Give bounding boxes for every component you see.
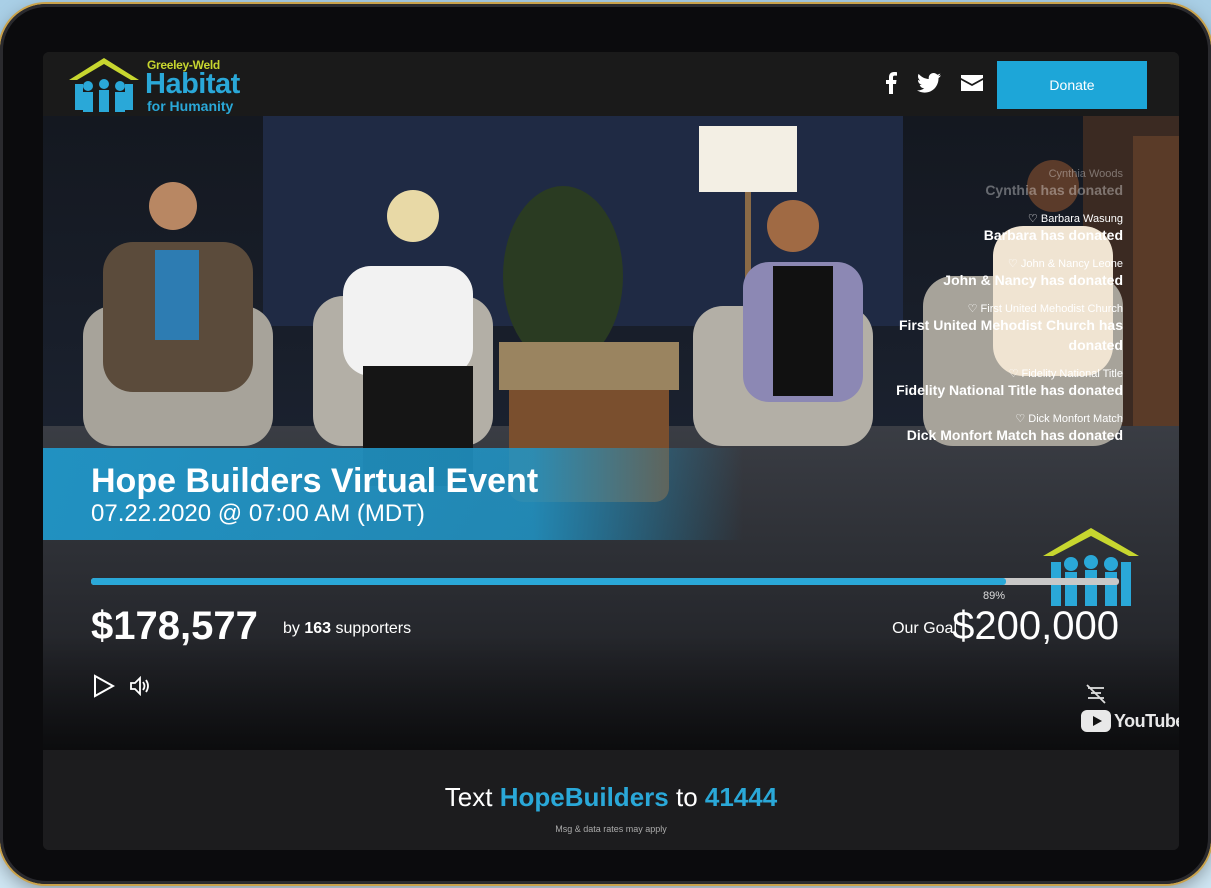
donor-message: Dick Monfort Match has donated — [906, 427, 1123, 443]
youtube-play-icon — [1081, 710, 1111, 732]
social-links — [885, 72, 983, 94]
donor-name: Cynthia Woods — [1048, 168, 1123, 180]
heart-icon: ♡ — [1027, 213, 1038, 225]
youtube-logo[interactable]: YouTube — [1081, 710, 1179, 732]
fundraising-progress-bar — [91, 578, 1119, 585]
donate-button[interactable]: Donate — [997, 61, 1147, 109]
donor-message: Fidelity National Title has donated — [896, 382, 1123, 398]
donor-item: Cynthia Woods Cynthia has donated — [863, 168, 1123, 200]
text-keyword: HopeBuilders — [499, 782, 669, 812]
donor-name: ♡ John & Nancy Leone — [863, 257, 1123, 270]
rates-disclaimer: Msg & data rates may apply — [555, 824, 667, 834]
supporters-count: 163 — [304, 620, 332, 637]
event-banner: Hope Builders Virtual Event 07.22.2020 @… — [43, 448, 743, 540]
donor-name: ♡ First United Mehodist Church — [863, 302, 1123, 315]
text-to: to — [675, 782, 698, 812]
donor-message: First United Mehodist Church has donated — [898, 317, 1123, 353]
screen: Greeley-Weld Habitat for Humanity Donate — [43, 52, 1179, 850]
event-date: 07.22.2020 @ 07:00 AM (MDT) — [91, 500, 425, 527]
youtube-wordmark: YouTube — [1114, 710, 1179, 731]
donor-name: ♡ Barbara Wasung — [863, 212, 1123, 225]
heart-icon: ♡ — [967, 303, 978, 315]
by-prefix: by — [283, 620, 300, 637]
heart-icon: ♡ — [1007, 258, 1018, 270]
envelope-icon[interactable] — [961, 75, 983, 91]
donor-name-text: John & Nancy Leone — [1020, 258, 1123, 270]
heart-icon: ♡ — [1008, 368, 1019, 380]
twitter-icon[interactable] — [917, 73, 941, 93]
heart-icon: ♡ — [1015, 413, 1026, 425]
donor-item: ♡ Dick Monfort Match Dick Monfort Match … — [863, 412, 1123, 445]
donor-message: Cynthia has donated — [985, 182, 1123, 198]
logo-wordmark: Habitat — [145, 68, 240, 100]
progress-fill — [91, 578, 1006, 585]
captions-off-icon[interactable] — [1085, 684, 1107, 704]
donor-message: John & Nancy has donated — [943, 272, 1123, 288]
logo-subtitle: for Humanity — [147, 98, 234, 114]
donor-item: ♡ John & Nancy Leone John & Nancy has do… — [863, 257, 1123, 290]
donor-name: ♡ Fidelity National Title — [863, 367, 1123, 380]
progress-percent: 89% — [983, 590, 1006, 602]
player-controls: YouTube — [43, 636, 1179, 750]
facebook-icon[interactable] — [885, 72, 897, 94]
top-bar: Greeley-Weld Habitat for Humanity Donate — [43, 52, 1179, 116]
donor-name-text: First United Mehodist Church — [980, 303, 1123, 315]
donor-feed: Cynthia Woods Cynthia has donated ♡ Barb… — [863, 168, 1123, 457]
volume-icon[interactable] — [129, 676, 151, 696]
donor-name-text: Dick Monfort Match — [1028, 413, 1123, 425]
donor-name-text: Barbara Wasung — [1040, 213, 1123, 225]
text-to-give-line: Text HopeBuilders to 41444 — [43, 782, 1179, 813]
donor-item: ♡ Barbara Wasung Barbara has donated — [863, 212, 1123, 245]
donor-item: ♡ First United Mehodist Church First Uni… — [863, 302, 1123, 355]
habitat-house-icon — [69, 58, 139, 112]
play-icon[interactable] — [93, 674, 115, 698]
text-to-give-footer: Text HopeBuilders to 41444 Msg & data ra… — [43, 750, 1179, 850]
habitat-logo[interactable]: Greeley-Weld Habitat for Humanity — [67, 56, 257, 116]
donor-name: ♡ Dick Monfort Match — [863, 412, 1123, 425]
donor-name-text: Fidelity National Title — [1021, 368, 1124, 380]
tablet-frame: Greeley-Weld Habitat for Humanity Donate — [0, 4, 1211, 884]
text-prefix: Text — [444, 782, 493, 812]
video-player[interactable]: Cynthia Woods Cynthia has donated ♡ Barb… — [43, 116, 1179, 750]
donor-item: ♡ Fidelity National Title Fidelity Natio… — [863, 367, 1123, 400]
supporters-suffix: supporters — [335, 620, 412, 637]
habitat-watermark-icon — [1043, 528, 1139, 606]
text-number: 41444 — [704, 782, 778, 812]
donor-message: Barbara has donated — [983, 227, 1123, 243]
event-title: Hope Builders Virtual Event — [91, 462, 539, 500]
